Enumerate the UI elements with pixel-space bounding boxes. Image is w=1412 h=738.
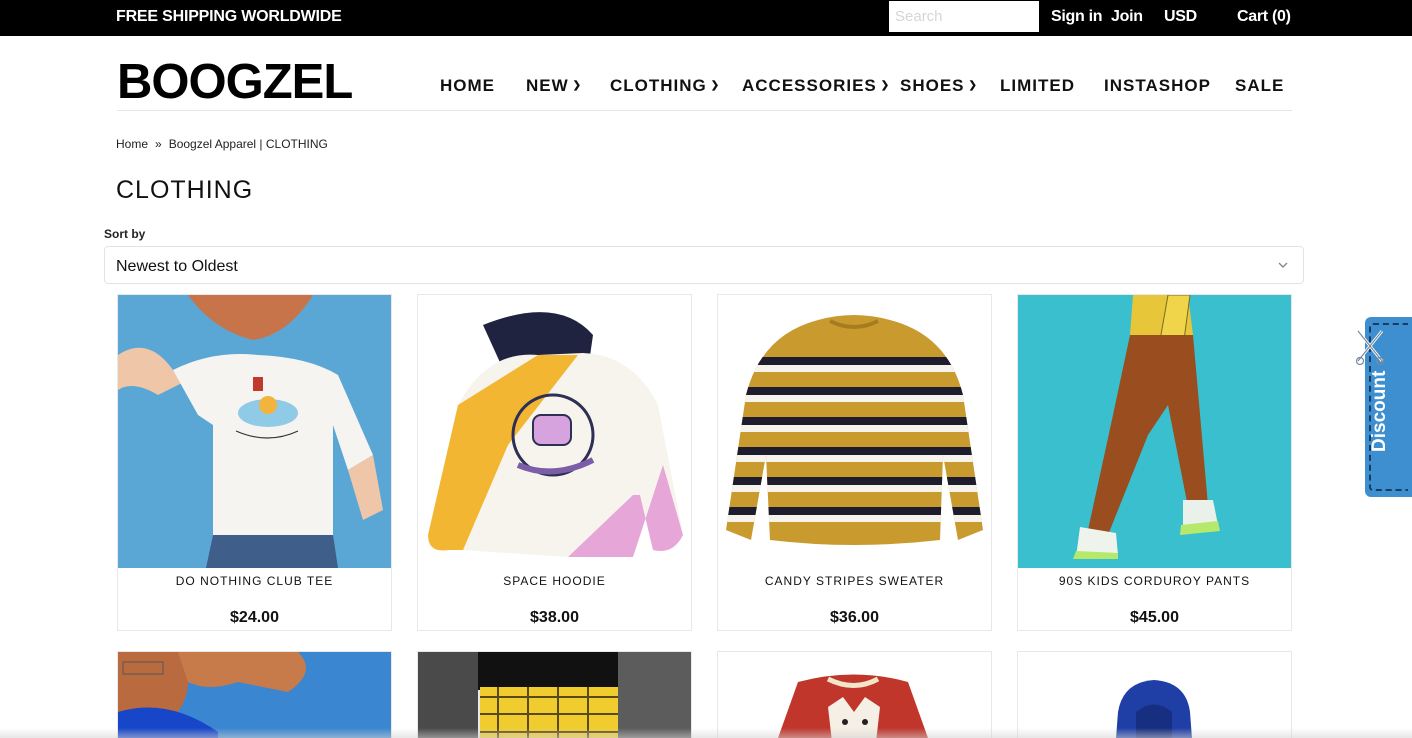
chevron-down-icon: ❯	[710, 79, 721, 91]
cart-link[interactable]: Cart (0)	[1237, 8, 1291, 26]
breadcrumb-current: Boogzel Apparel | CLOTHING	[168, 137, 328, 151]
sort-select[interactable]: Newest to Oldest	[104, 246, 1304, 284]
product-card[interactable]: 90S KIDS CORDUROY PANTS $45.00	[1017, 294, 1292, 631]
nav-accessories[interactable]: ACCESSORIES ❯	[742, 76, 890, 96]
sort-label: Sort by	[104, 227, 146, 241]
discount-label: Discount	[1369, 370, 1390, 452]
product-price: $24.00	[230, 609, 279, 626]
scroll-fade	[0, 728, 1412, 738]
nav-new[interactable]: NEW ❯	[526, 76, 582, 96]
breadcrumb-home-link[interactable]: Home	[116, 137, 148, 151]
product-price: $38.00	[530, 609, 579, 626]
product-name[interactable]: DO NOTHING CLUB TEE	[118, 574, 391, 588]
chevron-down-icon: ❯	[880, 79, 891, 91]
nav-instashop[interactable]: INSTASHOP	[1104, 76, 1211, 96]
breadcrumb-separator: »	[155, 137, 162, 151]
scissors-icon	[1355, 330, 1385, 366]
site-logo[interactable]: BOOGZEL	[117, 54, 353, 110]
product-image[interactable]	[118, 295, 391, 568]
nav-clothing[interactable]: CLOTHING ❯	[610, 76, 720, 96]
product-image[interactable]	[418, 295, 691, 568]
header-divider	[117, 110, 1292, 111]
search-input[interactable]	[889, 1, 1039, 32]
nav-limited[interactable]: LIMITED	[1000, 76, 1075, 96]
product-price: $45.00	[1130, 609, 1179, 626]
product-price: $36.00	[830, 609, 879, 626]
product-card[interactable]	[1017, 651, 1292, 738]
chevron-down-icon: ❯	[968, 79, 978, 91]
product-image[interactable]	[718, 652, 991, 738]
product-name[interactable]: SPACE HOODIE	[418, 574, 691, 588]
sign-in-link[interactable]: Sign in	[1051, 8, 1103, 26]
shipping-promo: FREE SHIPPING WORLDWIDE	[116, 8, 342, 25]
top-bar: FREE SHIPPING WORLDWIDE Sign in Join USD…	[0, 0, 1412, 36]
nav-shoes[interactable]: SHOES ❯	[900, 76, 978, 96]
product-card[interactable]	[117, 651, 392, 738]
nav-sale[interactable]: SALE	[1235, 76, 1284, 96]
join-link[interactable]: Join	[1111, 8, 1143, 26]
product-card[interactable]: CANDY STRIPES SWEATER $36.00	[717, 294, 992, 631]
product-name[interactable]: CANDY STRIPES SWEATER	[718, 574, 991, 588]
breadcrumb: Home » Boogzel Apparel | CLOTHING	[116, 137, 328, 151]
page-title: CLOTHING	[116, 176, 254, 204]
product-image[interactable]	[718, 295, 991, 568]
product-image[interactable]	[1018, 295, 1291, 568]
chevron-down-icon	[1278, 262, 1288, 268]
sort-selected-value: Newest to Oldest	[116, 258, 238, 275]
product-name[interactable]: 90S KIDS CORDUROY PANTS	[1018, 574, 1291, 588]
chevron-down-icon: ❯	[572, 79, 583, 91]
product-card[interactable]: SPACE HOODIE $38.00	[417, 294, 692, 631]
product-card[interactable]: DO NOTHING CLUB TEE $24.00	[117, 294, 392, 631]
product-image[interactable]	[1018, 652, 1291, 738]
product-image[interactable]	[418, 652, 691, 738]
product-card[interactable]	[717, 651, 992, 738]
nav-home[interactable]: HOME	[440, 76, 495, 96]
currency-selector[interactable]: USD	[1164, 8, 1197, 26]
product-card[interactable]	[417, 651, 692, 738]
product-image[interactable]	[118, 652, 391, 738]
